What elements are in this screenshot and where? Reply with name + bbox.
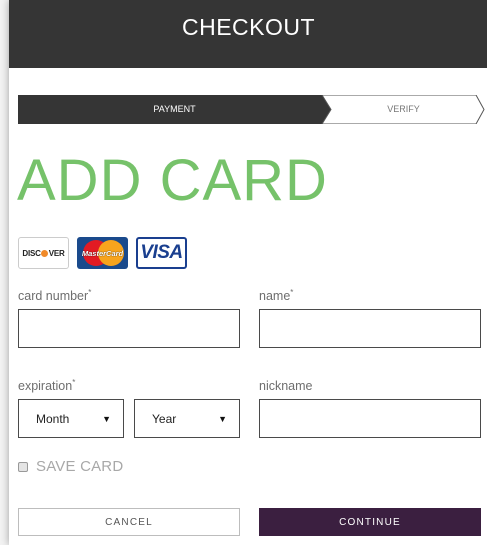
expiration-month-value: Month xyxy=(36,411,70,426)
discover-text-left: DISC xyxy=(22,248,41,258)
expiration-year-select[interactable]: Year ▼ xyxy=(134,399,240,438)
cancel-button[interactable]: CANCEL xyxy=(18,508,240,536)
discover-logo: DISC VER xyxy=(18,237,69,269)
name-label-text: name xyxy=(259,289,291,303)
visa-text: VISA xyxy=(140,242,183,263)
modal-header: CHECKOUT xyxy=(9,0,487,68)
caret-down-icon: ▼ xyxy=(218,414,227,424)
card-number-input[interactable] xyxy=(18,309,240,348)
checkbox-icon[interactable] xyxy=(18,461,28,472)
mastercard-logo: MasterCard xyxy=(77,237,128,269)
visa-logo: VISA xyxy=(136,237,187,269)
name-required-mark: * xyxy=(290,288,294,297)
page-heading: ADD CARD xyxy=(17,148,328,213)
name-input[interactable] xyxy=(259,309,481,348)
expiration-required-mark: * xyxy=(72,378,76,387)
discover-text-right: VER xyxy=(48,248,65,258)
continue-button[interactable]: CONTINUE xyxy=(259,508,481,536)
nickname-input[interactable] xyxy=(259,399,481,438)
modal-title: CHECKOUT xyxy=(181,13,316,40)
card-number-label: card number* xyxy=(18,288,92,303)
step-verify[interactable]: VERIFY xyxy=(331,95,476,124)
step-payment[interactable]: PAYMENT xyxy=(18,95,331,124)
expiration-label-text: expiration xyxy=(18,379,73,393)
expiration-month-select[interactable]: Month ▼ xyxy=(18,399,124,438)
card-number-required-mark: * xyxy=(88,288,92,297)
caret-down-icon: ▼ xyxy=(102,414,111,424)
nickname-label-text: nickname xyxy=(259,379,313,393)
checkout-steps: PAYMENT VERIFY xyxy=(18,95,485,124)
save-card-label[interactable]: SAVE CARD xyxy=(36,458,123,475)
save-card-row[interactable]: SAVE CARD xyxy=(18,458,123,475)
nickname-label: nickname xyxy=(259,379,313,393)
card-number-label-text: card number xyxy=(18,289,89,303)
expiration-label: expiration* xyxy=(18,378,76,393)
discover-dot-icon xyxy=(41,249,49,257)
expiration-year-value: Year xyxy=(152,411,177,426)
checkout-modal: CHECKOUT PAYMENT VERIFY ADD CARD DISC VER… xyxy=(9,0,487,545)
accepted-cards: DISC VER MasterCard VISA xyxy=(18,237,187,269)
name-label: name* xyxy=(259,288,294,303)
mastercard-text: MasterCard xyxy=(81,248,124,258)
